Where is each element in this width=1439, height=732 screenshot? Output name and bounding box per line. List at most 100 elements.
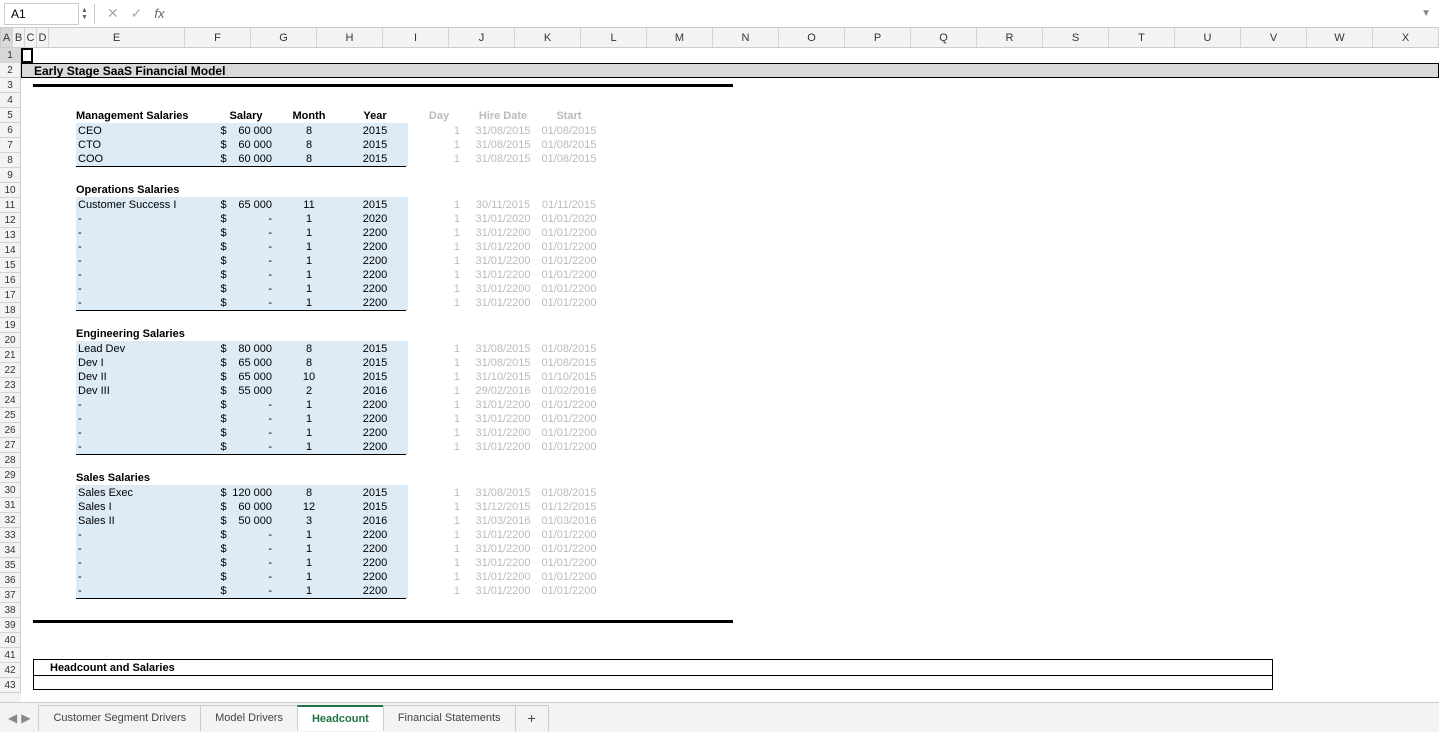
cell-start[interactable]: 01/01/2200 (536, 571, 602, 583)
cell-year[interactable]: 2200 (342, 527, 408, 542)
cell-day[interactable]: 1 (408, 385, 470, 397)
cell-name[interactable]: Dev I (76, 355, 216, 370)
row-header[interactable]: 36 (0, 573, 21, 588)
sheet-tab[interactable]: Headcount (297, 705, 384, 731)
cell-year[interactable]: 2200 (342, 555, 408, 570)
cell-salary[interactable]: $- (216, 211, 276, 226)
cell-salary[interactable]: $- (216, 225, 276, 240)
row-header[interactable]: 10 (0, 183, 21, 198)
cell-name[interactable]: - (76, 295, 216, 310)
cell-start[interactable]: 01/01/2200 (536, 227, 602, 239)
cell-day[interactable]: 1 (408, 241, 470, 253)
cell-name[interactable]: - (76, 569, 216, 584)
cell-salary[interactable]: $- (216, 527, 276, 542)
cell-year[interactable]: 2200 (342, 281, 408, 296)
cell-hire[interactable]: 30/11/2015 (470, 199, 536, 211)
cell-salary[interactable]: $65 000 (216, 197, 276, 212)
row-header[interactable]: 34 (0, 543, 21, 558)
col-header[interactable]: U (1175, 28, 1241, 47)
cell-start[interactable]: 01/01/2200 (536, 543, 602, 555)
cell-day[interactable]: 1 (408, 543, 470, 555)
cell-salary[interactable]: $55 000 (216, 383, 276, 398)
cell-start[interactable]: 01/01/2200 (536, 283, 602, 295)
cell-day[interactable]: 1 (408, 227, 470, 239)
cell-year[interactable]: 2015 (342, 197, 408, 212)
cell-day[interactable]: 1 (408, 283, 470, 295)
row-header[interactable]: 25 (0, 408, 21, 423)
row-header[interactable]: 23 (0, 378, 21, 393)
cell-hire[interactable]: 31/01/2200 (470, 297, 536, 309)
cell-month[interactable]: 11 (276, 197, 342, 212)
cell-salary[interactable]: $- (216, 541, 276, 556)
cell-name[interactable]: - (76, 267, 216, 282)
cell-month[interactable]: 8 (276, 151, 342, 166)
cell-year[interactable]: 2015 (342, 369, 408, 384)
row-header[interactable]: 6 (0, 123, 21, 138)
name-box-stepper[interactable]: ▲ ▼ (81, 7, 88, 21)
row-header[interactable]: 31 (0, 498, 21, 513)
cell-start[interactable]: 01/01/2200 (536, 413, 602, 425)
cell-day[interactable]: 1 (408, 501, 470, 513)
cell-year[interactable]: 2200 (342, 225, 408, 240)
cell-day[interactable]: 1 (408, 343, 470, 355)
cell-start[interactable]: 01/01/2200 (536, 427, 602, 439)
name-box[interactable]: A1 (4, 3, 79, 25)
cell-year[interactable]: 2015 (342, 485, 408, 500)
cell-name[interactable]: Sales Exec (76, 485, 216, 500)
cell-name[interactable]: - (76, 397, 216, 412)
cell-year[interactable]: 2015 (342, 137, 408, 152)
cancel-icon[interactable]: ✕ (107, 5, 119, 22)
col-header[interactable]: A (1, 28, 13, 47)
cell-year[interactable]: 2015 (342, 123, 408, 138)
cell-name[interactable]: - (76, 541, 216, 556)
cell-day[interactable]: 1 (408, 125, 470, 137)
cell-day[interactable]: 1 (408, 585, 470, 597)
cell-year[interactable]: 2015 (342, 151, 408, 166)
cell-month[interactable]: 1 (276, 425, 342, 440)
cell-hire[interactable]: 31/08/2015 (470, 357, 536, 369)
row-header[interactable]: 12 (0, 213, 21, 228)
cell-day[interactable]: 1 (408, 427, 470, 439)
cell-salary[interactable]: $60 000 (216, 499, 276, 514)
cell-month[interactable]: 8 (276, 485, 342, 500)
cell-hire[interactable]: 31/01/2200 (470, 283, 536, 295)
row-header[interactable]: 28 (0, 453, 21, 468)
col-header[interactable]: L (581, 28, 647, 47)
col-header[interactable]: X (1373, 28, 1439, 47)
cell-name[interactable]: - (76, 583, 216, 598)
cell-start[interactable]: 01/01/2200 (536, 269, 602, 281)
cell-hire[interactable]: 31/08/2015 (470, 125, 536, 137)
row-header[interactable]: 14 (0, 243, 21, 258)
col-header[interactable]: I (383, 28, 449, 47)
cell-salary[interactable]: $- (216, 239, 276, 254)
cell-hire[interactable]: 31/01/2200 (470, 441, 536, 453)
cell-year[interactable]: 2016 (342, 513, 408, 528)
cell-salary[interactable]: $- (216, 569, 276, 584)
cell-month[interactable]: 1 (276, 583, 342, 598)
cell-name[interactable]: - (76, 281, 216, 296)
cell-start[interactable]: 01/01/2200 (536, 529, 602, 541)
row-header[interactable]: 39 (0, 618, 21, 633)
cell-day[interactable]: 1 (408, 357, 470, 369)
cell-salary[interactable]: $65 000 (216, 369, 276, 384)
cell-salary[interactable]: $- (216, 267, 276, 282)
row-header[interactable]: 38 (0, 603, 21, 618)
cell-day[interactable]: 1 (408, 515, 470, 527)
cell-salary[interactable]: $120 000 (216, 485, 276, 500)
cell-month[interactable]: 1 (276, 267, 342, 282)
cell-month[interactable]: 1 (276, 569, 342, 584)
cell-salary[interactable]: $60 000 (216, 137, 276, 152)
cell-start[interactable]: 01/03/2016 (536, 515, 602, 527)
cell-name[interactable]: - (76, 411, 216, 426)
formula-bar-expand-icon[interactable]: ▼ (1421, 8, 1431, 19)
col-header[interactable]: M (647, 28, 713, 47)
cell-month[interactable]: 1 (276, 541, 342, 556)
row-header[interactable]: 43 (0, 678, 21, 693)
col-header[interactable]: G (251, 28, 317, 47)
cell-year[interactable]: 2200 (342, 411, 408, 426)
row-header[interactable]: 22 (0, 363, 21, 378)
cell-day[interactable]: 1 (408, 441, 470, 453)
cell-hire[interactable]: 31/10/2015 (470, 371, 536, 383)
cell-month[interactable]: 8 (276, 355, 342, 370)
cell-salary[interactable]: $- (216, 253, 276, 268)
